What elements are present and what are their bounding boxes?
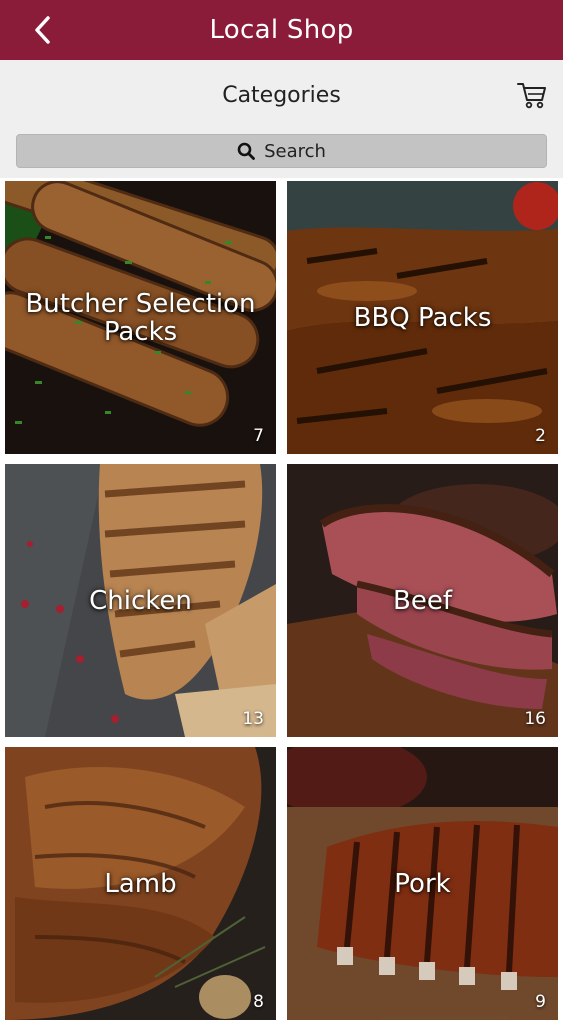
search-label: Search xyxy=(264,140,326,162)
category-count: 2 xyxy=(535,426,546,446)
category-count: 8 xyxy=(253,992,264,1012)
search-icon xyxy=(237,142,255,160)
shopping-cart-icon xyxy=(517,83,546,109)
category-name-text: Butcher Selection Packs xyxy=(25,288,256,347)
category-tile-pork[interactable]: Pork 9 xyxy=(287,747,558,1020)
category-name: Butcher Selection Packs xyxy=(15,290,266,346)
categories-header: Categories Search xyxy=(0,60,563,178)
category-name: Lamb xyxy=(104,868,177,899)
app-header: Local Shop xyxy=(0,0,563,60)
category-count: 16 xyxy=(524,709,546,729)
category-name: Beef xyxy=(393,585,452,616)
page-title: Categories xyxy=(222,83,341,108)
category-count: 13 xyxy=(242,709,264,729)
app-title: Local Shop xyxy=(209,15,354,45)
category-name: Pork xyxy=(394,868,451,899)
category-tile-lamb[interactable]: Lamb 8 xyxy=(5,747,276,1020)
category-count: 7 xyxy=(253,426,264,446)
category-tile-chicken[interactable]: Chicken 13 xyxy=(5,464,276,737)
category-count: 9 xyxy=(535,992,546,1012)
category-grid: Butcher Selection Packs 7 BBQ Packs 2 Ch… xyxy=(0,178,563,1020)
cart-button[interactable] xyxy=(515,78,549,112)
category-name: BBQ Packs xyxy=(353,302,492,333)
search-bar[interactable]: Search xyxy=(16,134,547,168)
category-name: Chicken xyxy=(89,585,192,616)
category-tile-butcher-selection-packs[interactable]: Butcher Selection Packs 7 xyxy=(5,181,276,454)
category-tile-beef[interactable]: Beef 16 xyxy=(287,464,558,737)
category-tile-bbq-packs[interactable]: BBQ Packs 2 xyxy=(287,181,558,454)
